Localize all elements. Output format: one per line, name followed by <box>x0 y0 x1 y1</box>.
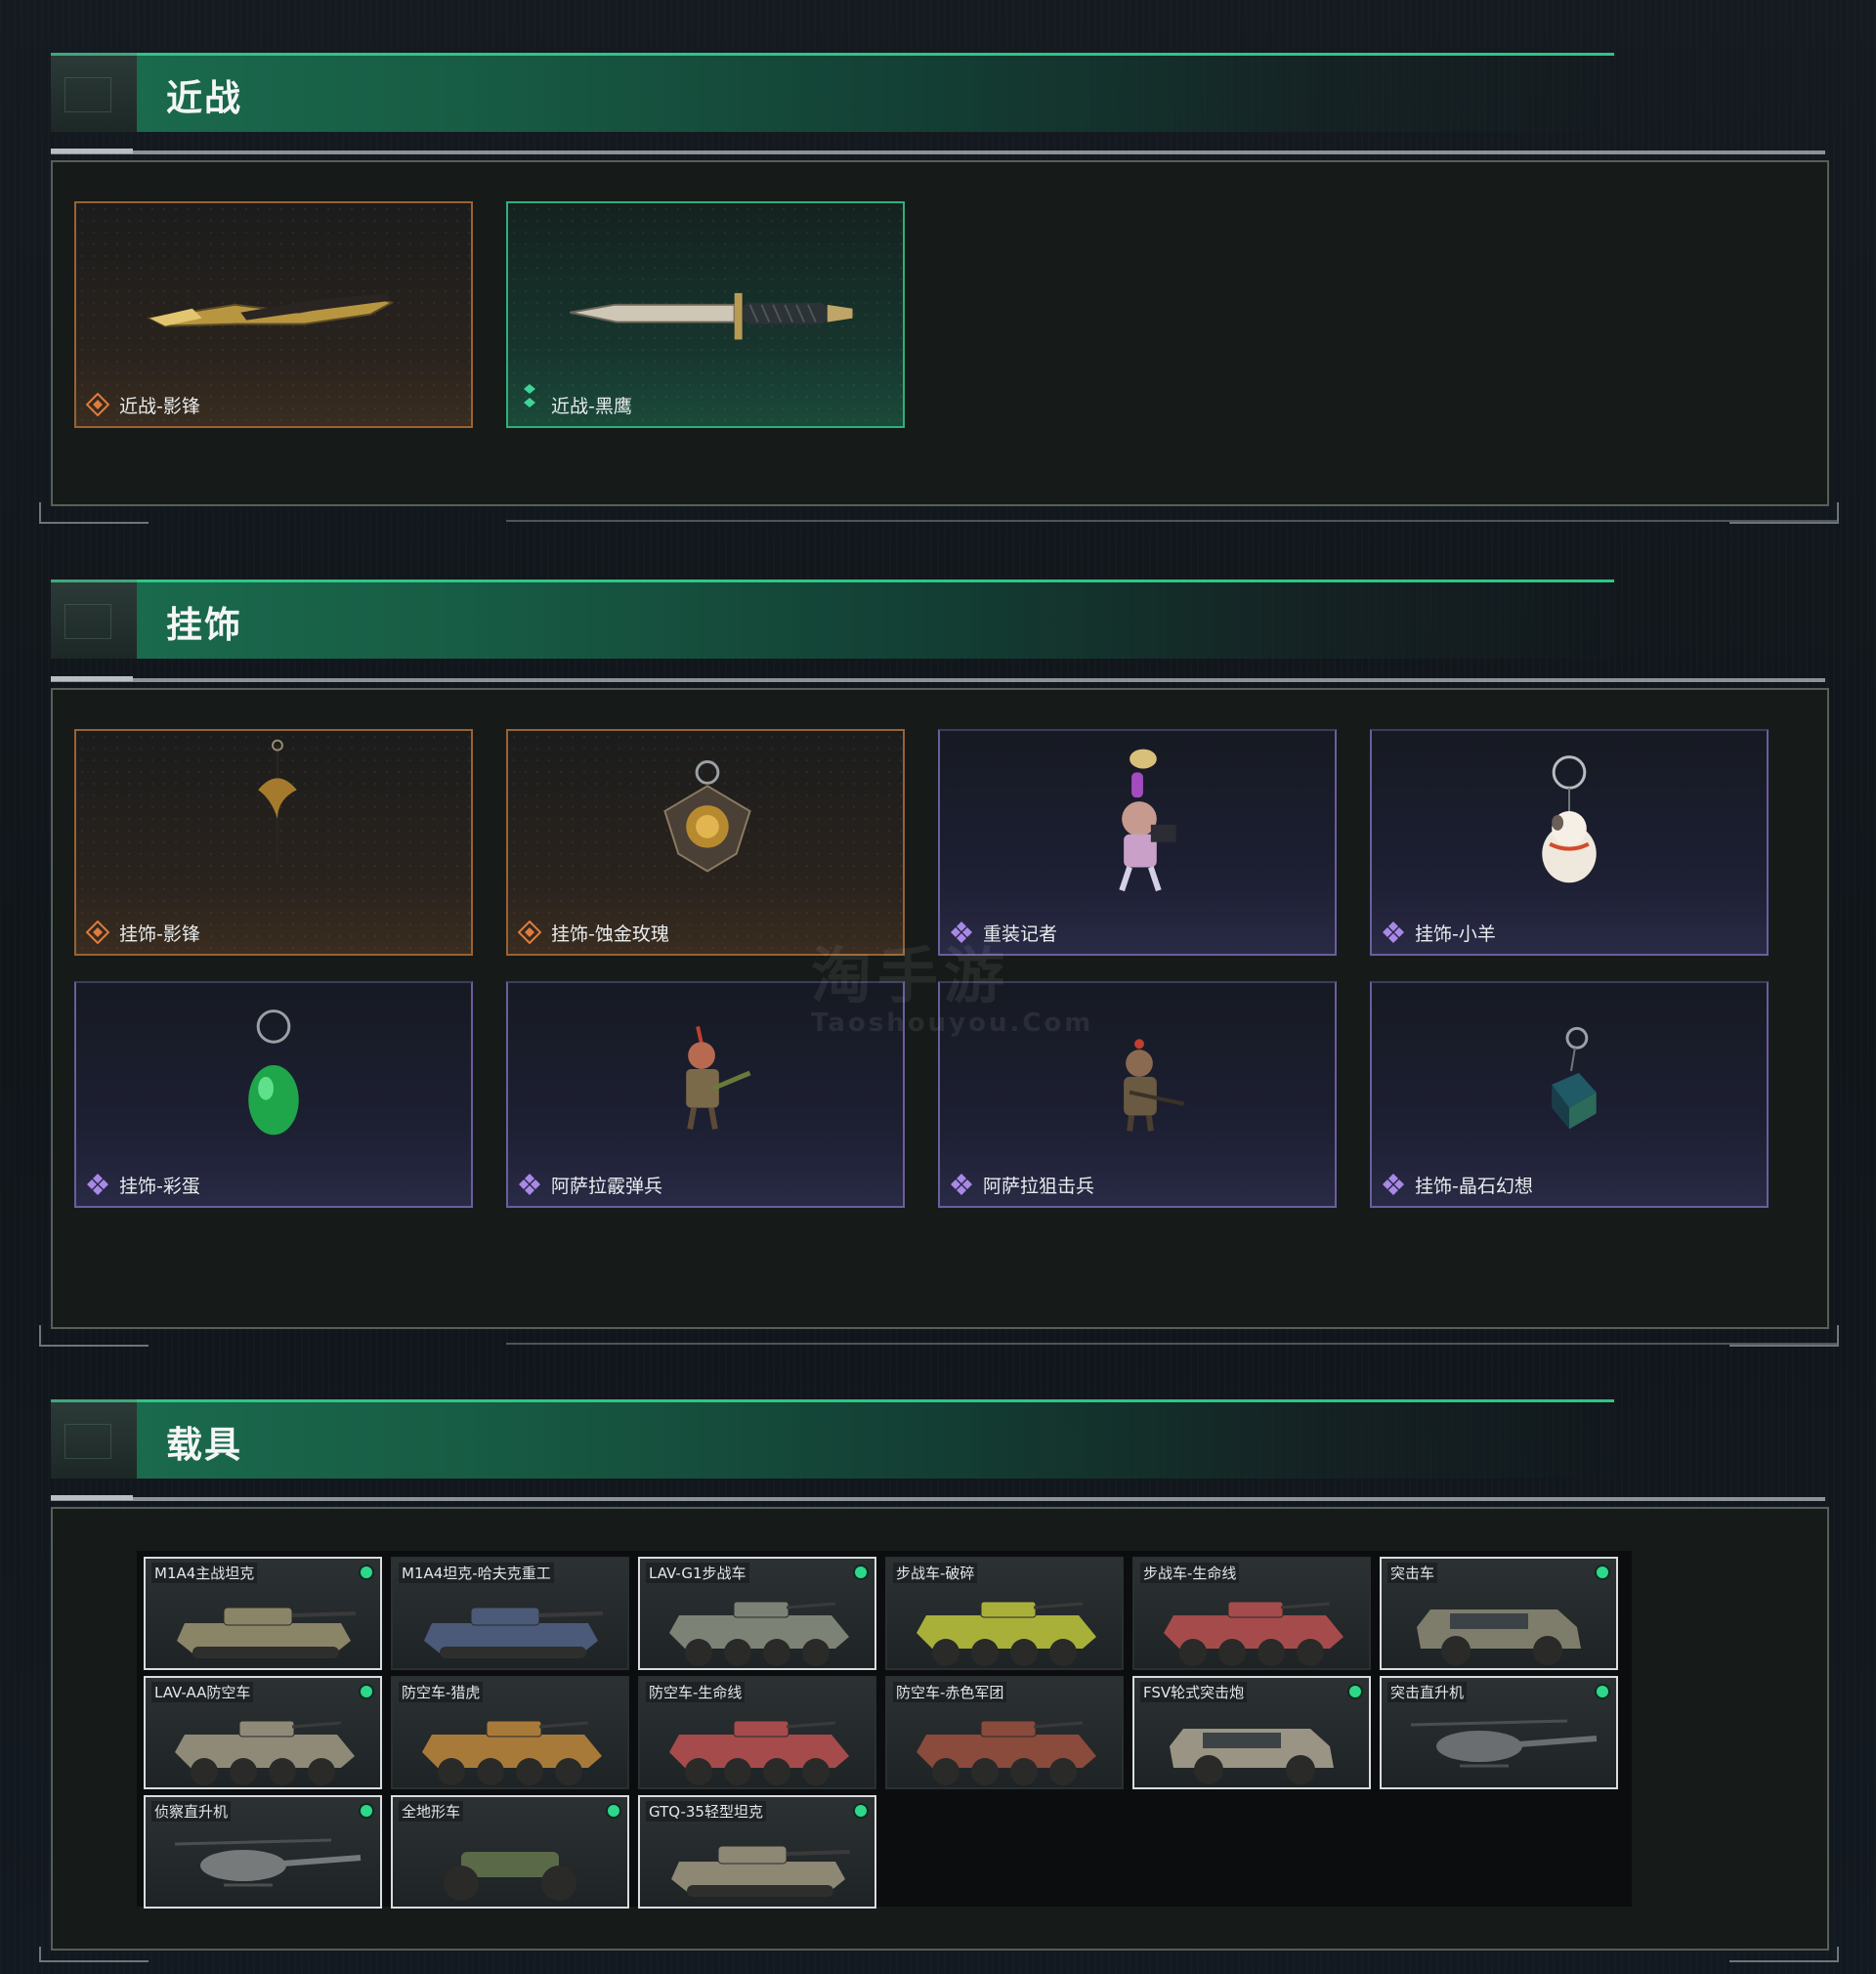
charm-item-label: 阿萨拉霰弹兵 <box>551 1176 663 1197</box>
charm-item-label: 挂饰-小羊 <box>1415 923 1496 945</box>
vehicle-label: 步战车-生命线 <box>1140 1563 1240 1583</box>
panel-topline <box>51 1495 1825 1501</box>
section-header-bar <box>137 1399 1614 1479</box>
charm-card-gilded-rose[interactable]: 挂饰-蚀金玫瑰 <box>506 729 905 956</box>
green-rarity-icon <box>524 384 535 408</box>
vehicle-grid: M1A4主战坦克 M1A4坦克-哈夫克重工 LAV-G1步战车 步战车-破碎 步… <box>137 1551 1632 1909</box>
vehicle-label: 侦察直升机 <box>151 1801 232 1822</box>
section-header-melee: 近战 <box>51 53 1614 132</box>
vehicle-label: M1A4坦克-哈夫克重工 <box>399 1563 554 1583</box>
owned-status-dot-icon <box>361 1566 372 1578</box>
panel-corner-left <box>39 1947 149 1962</box>
green-egg-charm-image <box>248 1009 299 1136</box>
vehicle-card[interactable]: M1A4坦克-哈夫克重工 <box>391 1557 629 1670</box>
section-header-bar <box>137 579 1614 659</box>
vehicle-label: 步战车-破碎 <box>893 1563 978 1583</box>
charm-card-little-sheep[interactable]: 挂饰-小羊 <box>1370 729 1769 956</box>
vehicle-card[interactable]: LAV-AA防空车 <box>144 1676 382 1789</box>
section-title-vehicles: 载具 <box>166 1424 242 1466</box>
vehicle-card[interactable]: 全地形车 <box>391 1795 629 1909</box>
purple-rarity-icon <box>87 1174 108 1195</box>
purple-rarity-icon <box>1383 1174 1404 1195</box>
panel-topline <box>51 149 1825 154</box>
charm-item-label: 阿萨拉狙击兵 <box>983 1176 1095 1197</box>
owned-status-dot-icon <box>855 1566 867 1578</box>
purple-rarity-icon <box>951 1174 972 1195</box>
vehicle-card[interactable]: 步战车-生命线 <box>1132 1557 1371 1670</box>
melee-card-black-hawk[interactable]: 近战-黑鹰 <box>506 201 905 428</box>
vehicle-card[interactable]: 防空车-生命线 <box>638 1676 876 1789</box>
vehicle-card[interactable]: 侦察直升机 <box>144 1795 382 1909</box>
charm-card-heavy-reporter[interactable]: 重装记者 <box>938 729 1337 956</box>
vehicle-label: M1A4主战坦克 <box>151 1563 258 1583</box>
reporter-figure-image <box>1119 749 1176 892</box>
section-header-charms: 挂饰 <box>51 579 1614 659</box>
section-tab-decoration <box>51 579 137 659</box>
section-title-charms: 挂饰 <box>166 604 242 646</box>
crystal-cube-charm-image <box>1552 1026 1597 1130</box>
vehicle-label: 突击车 <box>1387 1563 1438 1583</box>
owned-status-dot-icon <box>855 1805 867 1817</box>
vehicle-card[interactable]: M1A4主战坦克 <box>144 1557 382 1670</box>
section-tab-decoration <box>51 1399 137 1479</box>
panel-baseline <box>506 1343 1837 1345</box>
owned-status-dot-icon <box>1349 1686 1361 1697</box>
section-header-vehicles: 载具 <box>51 1399 1614 1479</box>
owned-status-dot-icon <box>608 1805 619 1817</box>
charm-item-label: 挂饰-蚀金玫瑰 <box>551 923 669 945</box>
owned-status-dot-icon <box>1597 1566 1608 1578</box>
panel-corner-left <box>39 1325 149 1347</box>
vehicle-card[interactable]: FSV轮式突击炮 <box>1132 1676 1371 1789</box>
watermark: 淘手游 <box>811 940 1011 1011</box>
charm-item-label: 挂饰-影锋 <box>119 923 200 945</box>
owned-status-dot-icon <box>361 1805 372 1817</box>
combat-knife-image <box>570 292 853 340</box>
vehicle-label: 防空车-赤色军团 <box>893 1682 1007 1702</box>
charm-item-label: 挂饰-晶石幻想 <box>1415 1176 1533 1197</box>
vehicle-card[interactable]: 突击直升机 <box>1380 1676 1618 1789</box>
gold-rarity-icon <box>518 921 541 944</box>
melee-item-label: 近战-影锋 <box>119 396 200 417</box>
section-header-bar <box>137 53 1614 132</box>
panel-topline <box>51 676 1825 682</box>
vehicle-card[interactable]: LAV-G1步战车 <box>638 1557 876 1670</box>
melee-card-shadow-edge[interactable]: 近战-影锋 <box>74 201 473 428</box>
panel-corner-left <box>39 502 149 524</box>
sheep-charm-image <box>1542 755 1597 883</box>
charm-card-crystal-fantasy[interactable]: 挂饰-晶石幻想 <box>1370 981 1769 1208</box>
panel-baseline <box>506 520 1837 522</box>
owned-status-dot-icon <box>361 1686 372 1697</box>
vehicle-label: GTQ-35轻型坦克 <box>646 1801 766 1822</box>
rose-charm-image <box>663 760 751 873</box>
vehicle-label: 突击直升机 <box>1387 1682 1468 1702</box>
vehicle-label: 全地形车 <box>399 1801 464 1822</box>
vehicle-card[interactable]: 防空车-赤色军团 <box>885 1676 1124 1789</box>
watermark-url: Taoshouyou.Com <box>811 1008 1094 1038</box>
purple-rarity-icon <box>519 1174 540 1195</box>
charm-card-shadow-edge[interactable]: 挂饰-影锋 <box>74 729 473 956</box>
vehicle-card[interactable]: 防空车-猎虎 <box>391 1676 629 1789</box>
gold-rarity-icon <box>86 921 109 944</box>
purple-rarity-icon <box>1383 922 1404 943</box>
vehicle-label: LAV-AA防空车 <box>151 1682 254 1702</box>
butterfly-knife-image <box>147 292 395 327</box>
vehicle-label: LAV-G1步战车 <box>646 1563 749 1583</box>
panel-corner-right <box>1729 1947 1839 1962</box>
vehicle-label: 防空车-猎虎 <box>399 1682 484 1702</box>
charm-card-easter-egg[interactable]: 挂饰-彩蛋 <box>74 981 473 1208</box>
blade-charm-image <box>258 739 297 868</box>
melee-item-label: 近战-黑鹰 <box>551 396 632 417</box>
vehicle-card[interactable]: 突击车 <box>1380 1557 1618 1670</box>
vehicle-card[interactable]: GTQ-35轻型坦克 <box>638 1795 876 1909</box>
vehicle-label: FSV轮式突击炮 <box>1140 1682 1248 1702</box>
owned-status-dot-icon <box>1597 1686 1608 1697</box>
section-tab-decoration <box>51 53 137 132</box>
gold-rarity-icon <box>86 393 109 416</box>
vehicle-label: 防空车-生命线 <box>646 1682 746 1702</box>
section-title-melee: 近战 <box>166 77 242 119</box>
charm-item-label: 挂饰-彩蛋 <box>119 1176 200 1197</box>
vehicle-card[interactable]: 步战车-破碎 <box>885 1557 1124 1670</box>
